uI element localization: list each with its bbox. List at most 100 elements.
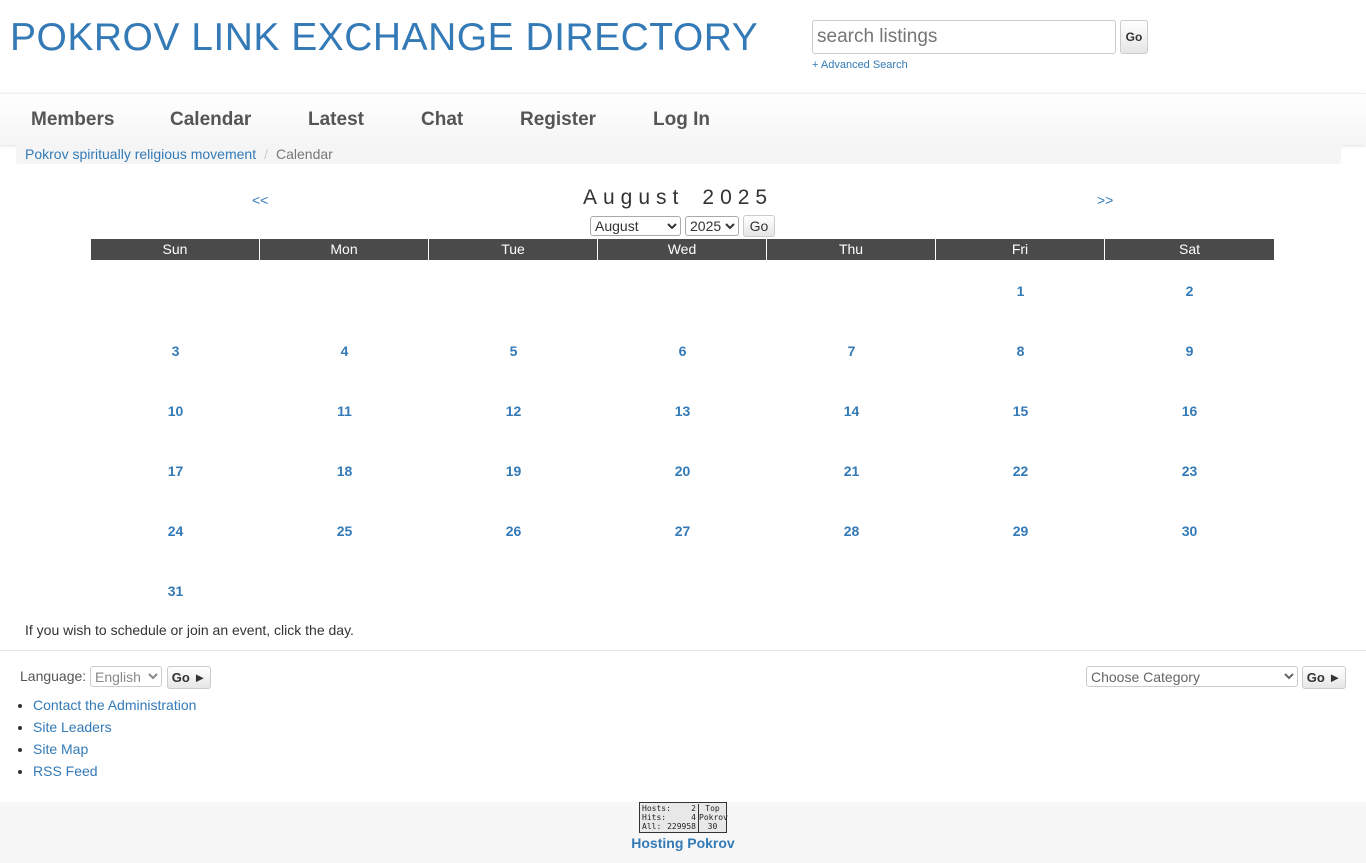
- calendar-day-cell: [1105, 560, 1274, 620]
- calendar-day-link[interactable]: 3: [91, 343, 260, 359]
- calendar-day-cell[interactable]: 4: [260, 320, 429, 380]
- calendar-day-link[interactable]: 11: [260, 403, 429, 419]
- calendar-day-link[interactable]: 16: [1105, 403, 1274, 419]
- calendar-day-link[interactable]: 21: [767, 463, 936, 479]
- site-leaders-link[interactable]: Site Leaders: [33, 719, 112, 735]
- calendar-day-link[interactable]: 7: [767, 343, 936, 359]
- calendar-day-link[interactable]: 31: [91, 583, 260, 599]
- calendar-day-link[interactable]: 17: [91, 463, 260, 479]
- calendar-day-cell[interactable]: 2: [1105, 260, 1274, 320]
- calendar-day-cell[interactable]: 16: [1105, 380, 1274, 440]
- calendar-day-link[interactable]: 1: [936, 283, 1105, 299]
- calendar-day-cell[interactable]: 24: [91, 500, 260, 560]
- calendar-day-cell[interactable]: 21: [767, 440, 936, 500]
- calendar-day-link[interactable]: 14: [767, 403, 936, 419]
- category-go-button[interactable]: Go ►: [1302, 666, 1346, 689]
- calendar-day-cell[interactable]: 12: [429, 380, 598, 440]
- calendar-day-cell[interactable]: 28: [767, 500, 936, 560]
- calendar-day-cell: [936, 560, 1105, 620]
- calendar-day-link[interactable]: 24: [91, 523, 260, 539]
- calendar-day-link[interactable]: 5: [429, 343, 598, 359]
- counter-all-value: 229958: [667, 822, 696, 831]
- calendar-day-link[interactable]: 19: [429, 463, 598, 479]
- calendar-day-link[interactable]: 8: [936, 343, 1105, 359]
- contact-administration-link[interactable]: Contact the Administration: [33, 697, 196, 713]
- calendar-day-cell: [767, 560, 936, 620]
- calendar-day-link[interactable]: 10: [91, 403, 260, 419]
- site-title[interactable]: POKROV LINK EXCHANGE DIRECTORY: [10, 16, 758, 60]
- calendar-day-cell[interactable]: 3: [91, 320, 260, 380]
- calendar-day-link[interactable]: 2: [1105, 283, 1274, 299]
- calendar-day-cell[interactable]: 1: [936, 260, 1105, 320]
- calendar-day-cell[interactable]: 8: [936, 320, 1105, 380]
- calendar-day-cell[interactable]: 19: [429, 440, 598, 500]
- month-select[interactable]: August: [590, 216, 681, 236]
- prev-month-link[interactable]: <<: [252, 192, 268, 208]
- calendar-day-cell[interactable]: 10: [91, 380, 260, 440]
- breadcrumb: Pokrov spiritually religious movement / Ca…: [16, 144, 1341, 164]
- calendar-go-button[interactable]: Go: [743, 215, 775, 237]
- nav-chat[interactable]: Chat: [421, 109, 463, 131]
- calendar-day-link[interactable]: 6: [598, 343, 767, 359]
- calendar-day-link[interactable]: 23: [1105, 463, 1274, 479]
- calendar-day-link[interactable]: 4: [260, 343, 429, 359]
- calendar-day-cell[interactable]: 30: [1105, 500, 1274, 560]
- year-select[interactable]: 2025: [685, 216, 739, 236]
- category-select[interactable]: Choose Category: [1086, 666, 1298, 687]
- calendar-day-cell[interactable]: 9: [1105, 320, 1274, 380]
- calendar-day-link[interactable]: 26: [429, 523, 598, 539]
- search-input[interactable]: [812, 20, 1116, 54]
- breadcrumb-home-link[interactable]: Pokrov spiritually religious movement: [25, 146, 256, 162]
- nav-log-in[interactable]: Log In: [653, 109, 710, 131]
- calendar-day-cell[interactable]: 22: [936, 440, 1105, 500]
- calendar-day-cell[interactable]: 7: [767, 320, 936, 380]
- calendar-day-link[interactable]: 13: [598, 403, 767, 419]
- calendar-day-cell[interactable]: 29: [936, 500, 1105, 560]
- calendar-day-link[interactable]: 27: [598, 523, 767, 539]
- calendar-day-link[interactable]: 25: [260, 523, 429, 539]
- next-month-link[interactable]: >>: [1097, 192, 1113, 208]
- calendar-day-cell[interactable]: 20: [598, 440, 767, 500]
- advanced-search-link[interactable]: + Advanced Search: [812, 59, 908, 71]
- nav-members[interactable]: Members: [31, 109, 114, 131]
- counter-rank: 30: [707, 822, 718, 831]
- hit-counter[interactable]: Hosts: 2 Hits: 4 All: 229958 Top Pokrov 30: [639, 802, 728, 833]
- search-go-button[interactable]: Go: [1120, 20, 1148, 54]
- calendar-day-link[interactable]: 30: [1105, 523, 1274, 539]
- calendar-day-link[interactable]: 9: [1105, 343, 1274, 359]
- language-select[interactable]: English: [90, 666, 162, 687]
- calendar-day-cell[interactable]: 15: [936, 380, 1105, 440]
- calendar-day-link[interactable]: 29: [936, 523, 1105, 539]
- nav-register[interactable]: Register: [520, 109, 596, 131]
- calendar-day-cell[interactable]: 6: [598, 320, 767, 380]
- rss-feed-link[interactable]: RSS Feed: [33, 763, 98, 779]
- calendar-day-cell[interactable]: 26: [429, 500, 598, 560]
- day-name-header: Sat: [1105, 239, 1274, 260]
- calendar-day-link[interactable]: 22: [936, 463, 1105, 479]
- calendar-day-link[interactable]: 12: [429, 403, 598, 419]
- calendar-day-link[interactable]: 20: [598, 463, 767, 479]
- calendar-day-cell[interactable]: 31: [91, 560, 260, 620]
- nav-calendar[interactable]: Calendar: [170, 109, 251, 131]
- hosting-pokrov-link[interactable]: Hosting Pokrov: [0, 835, 1366, 851]
- calendar-day-cell: [767, 260, 936, 320]
- site-map-link[interactable]: Site Map: [33, 741, 88, 757]
- calendar-day-cell[interactable]: 17: [91, 440, 260, 500]
- calendar-day-link[interactable]: 28: [767, 523, 936, 539]
- day-name-header: Wed: [598, 239, 767, 260]
- calendar-day-cell[interactable]: 14: [767, 380, 936, 440]
- breadcrumb-current: Calendar: [275, 146, 333, 162]
- calendar-day-cell[interactable]: 5: [429, 320, 598, 380]
- language-go-button[interactable]: Go ►: [167, 666, 211, 689]
- calendar-day-cell[interactable]: 11: [260, 380, 429, 440]
- counter-hosts-row: Hosts: 2: [642, 804, 696, 813]
- calendar-day-cell[interactable]: 18: [260, 440, 429, 500]
- counter-stats: Hosts: 2 Hits: 4 All: 229958: [642, 804, 696, 831]
- calendar-day-cell[interactable]: 27: [598, 500, 767, 560]
- calendar-day-link[interactable]: 15: [936, 403, 1105, 419]
- calendar-day-link[interactable]: 18: [260, 463, 429, 479]
- calendar-day-cell[interactable]: 25: [260, 500, 429, 560]
- calendar-day-cell[interactable]: 23: [1105, 440, 1274, 500]
- nav-latest[interactable]: Latest: [308, 109, 364, 131]
- calendar-day-cell[interactable]: 13: [598, 380, 767, 440]
